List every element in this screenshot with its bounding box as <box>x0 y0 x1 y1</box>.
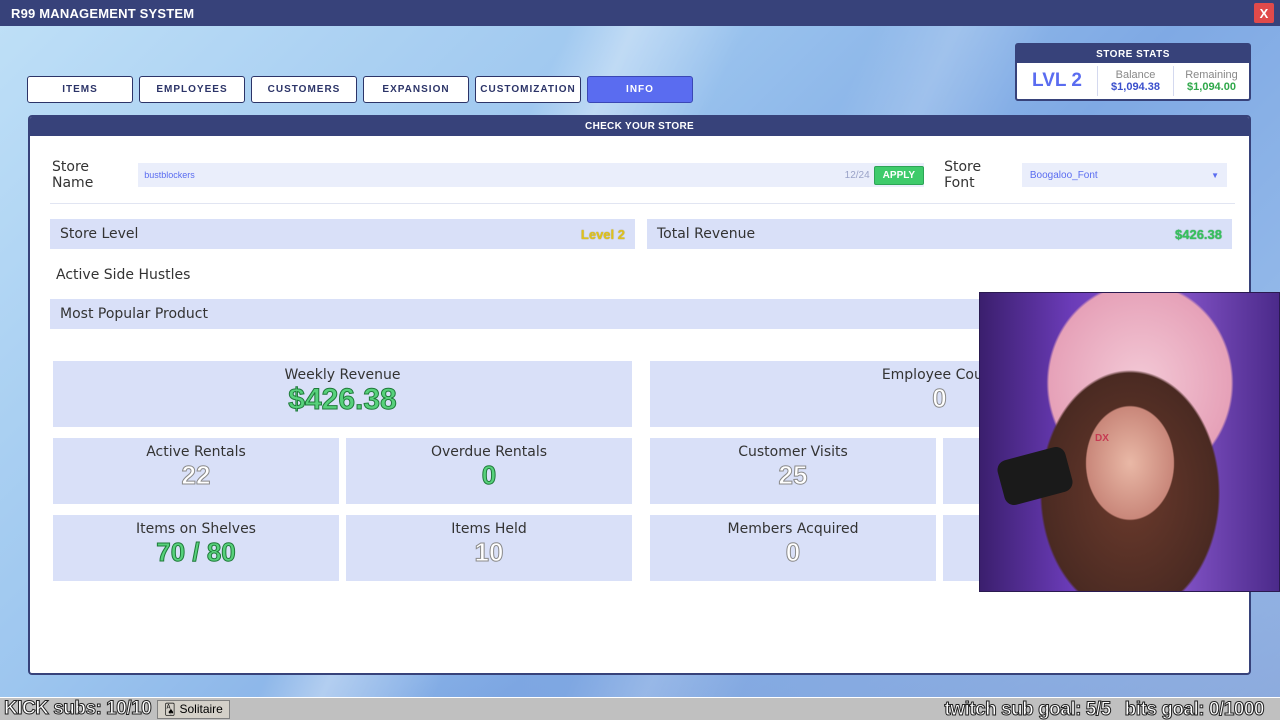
employee-count-value: 0 <box>932 383 948 414</box>
store-font-value: Boogaloo_Font <box>1029 169 1098 181</box>
panel-header: CHECK YOUR STORE <box>30 117 1249 136</box>
store-name-label: Store Name <box>52 159 94 191</box>
store-level-badge: LVL 2 <box>1032 70 1082 91</box>
store-stats: STORE STATS LVL 2 Balance $1,094.38 Rema… <box>1015 43 1251 101</box>
items-held-value: 10 <box>474 537 504 568</box>
total-revenue-label: Total Revenue <box>657 226 756 242</box>
webcam-overlay: DX <box>979 292 1280 592</box>
balance-value: $1,094.38 <box>1111 81 1160 93</box>
tab-expansion[interactable]: EXPANSION <box>363 76 469 103</box>
cards-icon: 🂡 <box>164 703 176 716</box>
tab-employees[interactable]: EMPLOYEES <box>139 76 245 103</box>
popular-product-label: Most Popular Product <box>60 306 208 322</box>
store-font-select[interactable]: Boogaloo_Font ▼ <box>1021 163 1228 187</box>
close-button[interactable]: X <box>1254 3 1274 23</box>
members-acquired-card: Members Acquired 0 <box>650 515 936 581</box>
twitch-sub-goal: twitch sub goal: 5/5 <box>944 698 1112 720</box>
members-acquired-label: Members Acquired <box>727 521 859 537</box>
active-rentals-card: Active Rentals 22 <box>53 438 339 504</box>
tab-customers[interactable]: CUSTOMERS <box>251 76 357 103</box>
weekly-revenue-card: Weekly Revenue $426.38 <box>53 361 632 427</box>
tab-bar: ITEMS EMPLOYEES CUSTOMERS EXPANSION CUST… <box>27 76 693 103</box>
members-acquired-value: 0 <box>785 537 801 568</box>
chevron-down-icon: ▼ <box>1211 170 1220 180</box>
tab-info[interactable]: INFO <box>587 76 693 103</box>
remaining-label: Remaining <box>1185 69 1238 81</box>
total-revenue-row: Total Revenue $426.38 <box>647 219 1232 249</box>
apply-button[interactable]: APPLY <box>873 165 925 185</box>
overdue-rentals-label: Overdue Rentals <box>430 444 548 460</box>
items-held-card: Items Held 10 <box>346 515 632 581</box>
divider <box>50 203 1235 204</box>
overdue-rentals-value: 0 <box>481 460 497 491</box>
balance-label: Balance <box>1115 69 1156 81</box>
customer-visits-value: 25 <box>778 460 808 491</box>
customer-visits-card: Customer Visits 25 <box>650 438 936 504</box>
store-name-value: bustblockers <box>144 170 195 180</box>
store-level-value: Level 2 <box>580 226 625 242</box>
tab-customization[interactable]: CUSTOMIZATION <box>475 76 581 103</box>
chair-logo: DX <box>1095 433 1109 444</box>
weekly-revenue-value: $426.38 <box>288 383 397 417</box>
store-level-label: Store Level <box>60 226 139 242</box>
weekly-revenue-label: Weekly Revenue <box>284 367 401 383</box>
total-revenue-value: $426.38 <box>1175 226 1222 242</box>
store-font-label: Store Font <box>944 159 982 191</box>
bits-goal: bits goal: 0/1000 <box>1124 698 1265 720</box>
customer-visits-label: Customer Visits <box>738 444 848 460</box>
taskbar-item-label: Solitaire <box>179 702 223 716</box>
taskbar: KICK subs: 10/10 🂡 Solitaire twitch sub … <box>0 697 1280 720</box>
taskbar-item-solitaire[interactable]: 🂡 Solitaire <box>157 699 230 719</box>
kick-subs-goal: KICK subs: 10/10 <box>3 698 152 720</box>
overdue-rentals-card: Overdue Rentals 0 <box>346 438 632 504</box>
items-on-shelves-value: 70 / 80 <box>156 537 237 568</box>
items-on-shelves-label: Items on Shelves <box>136 521 256 537</box>
store-name-input[interactable]: bustblockers 12/24 APPLY <box>138 163 925 187</box>
items-held-label: Items Held <box>451 521 527 537</box>
active-rentals-label: Active Rentals <box>146 444 246 460</box>
store-level-row: Store Level Level 2 <box>50 219 635 249</box>
tab-items[interactable]: ITEMS <box>27 76 133 103</box>
remaining-value: $1,094.00 <box>1187 81 1236 93</box>
active-rentals-value: 22 <box>181 460 211 491</box>
items-on-shelves-card: Items on Shelves 70 / 80 <box>53 515 339 581</box>
store-stats-header: STORE STATS <box>1017 45 1249 63</box>
side-hustles-label: Active Side Hustles <box>56 267 191 283</box>
title-bar: R99 MANAGEMENT SYSTEM X <box>0 0 1280 26</box>
store-name-counter: 12/24 <box>844 169 870 181</box>
window-title: R99 MANAGEMENT SYSTEM <box>11 5 195 21</box>
microphone-icon <box>995 444 1075 508</box>
